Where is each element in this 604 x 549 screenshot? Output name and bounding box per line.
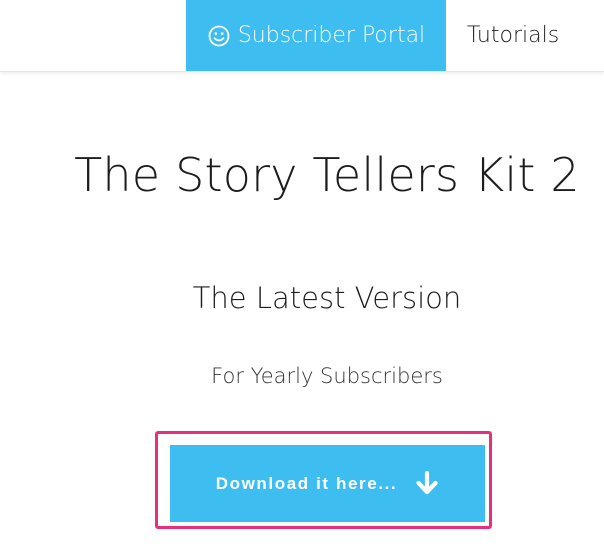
download-button[interactable]: Download it here... <box>170 445 485 522</box>
top-nav-bar: Subscriber Portal Tutorials <box>0 0 604 72</box>
nav-subscriber-portal[interactable]: Subscriber Portal <box>186 0 446 71</box>
download-button-label: Download it here... <box>215 473 398 493</box>
smile-icon <box>207 24 231 48</box>
nav-tutorials[interactable]: Tutorials <box>446 0 580 71</box>
version-subtitle: The Latest Version <box>192 281 462 315</box>
audience-text: For Yearly Subscribers <box>211 364 443 388</box>
arrow-down-icon <box>415 470 439 497</box>
nav-subscriber-portal-label: Subscriber Portal <box>237 23 426 48</box>
page-title: The Story Tellers Kit 2 <box>74 148 580 202</box>
